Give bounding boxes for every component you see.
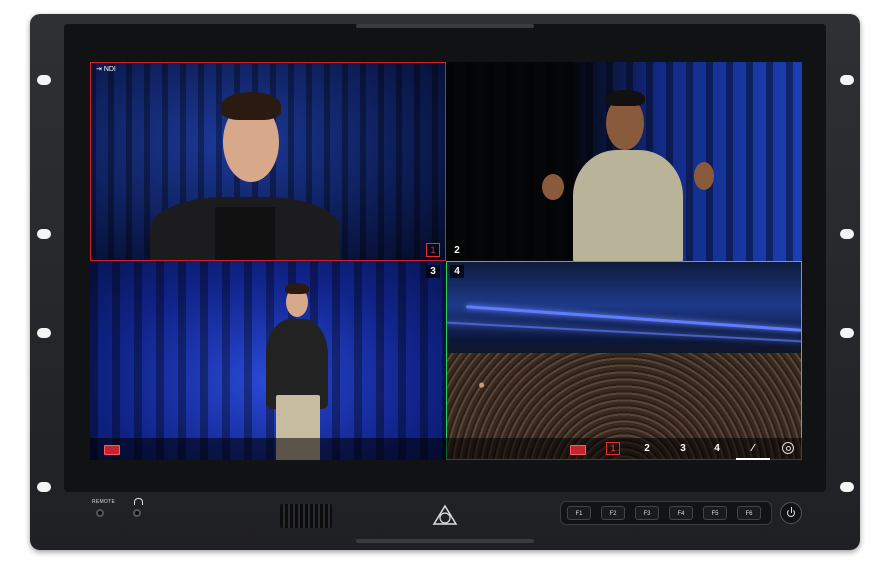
rack-mount-hole xyxy=(37,328,51,338)
quad-view-1[interactable]: ⇥ NDI 1 xyxy=(90,62,446,261)
ndi-label: NDI xyxy=(103,66,116,73)
remote-port xyxy=(96,509,104,517)
overlay-input-1-button[interactable]: 1 xyxy=(596,438,630,460)
bottom-vent xyxy=(356,539,534,543)
overlay-input-4-button[interactable]: 4 xyxy=(700,438,734,460)
speaker-figure xyxy=(573,150,683,261)
quad-number-3: 3 xyxy=(426,265,440,278)
rack-mount-hole xyxy=(840,482,854,492)
f2-button[interactable]: F2 xyxy=(601,506,625,520)
speaker-hand xyxy=(542,174,564,200)
quad-view-4[interactable]: 4 xyxy=(446,261,802,460)
quad-view-2[interactable]: 2 xyxy=(446,62,802,261)
hardware-control-strip: REMOTE F1 F2 F3 F4 F5 F6 xyxy=(64,494,826,538)
overlay-cut-button[interactable]: ⁄ xyxy=(736,438,770,460)
speaker-shirt xyxy=(215,207,275,261)
power-button[interactable] xyxy=(780,502,802,524)
speaker-hand xyxy=(694,162,714,190)
ndi-indicator: ⇥ NDI xyxy=(96,66,116,73)
quad-view-3[interactable]: 3 xyxy=(90,261,446,460)
f4-button[interactable]: F4 xyxy=(669,506,693,520)
stage-light xyxy=(466,305,802,332)
f1-button[interactable]: F1 xyxy=(567,506,591,520)
rack-mount-hole xyxy=(37,229,51,239)
quad-number-2: 2 xyxy=(450,244,464,257)
f6-button[interactable]: F6 xyxy=(737,506,761,520)
rack-mount-hole xyxy=(37,75,51,85)
overlay-input-3-button[interactable]: 3 xyxy=(666,438,700,460)
remote-label: REMOTE xyxy=(92,499,116,505)
program-tally-badge: 1 xyxy=(426,243,440,257)
multiview-screen: ⇥ NDI 1 2 3 4 1 2 3 4 ⁄ xyxy=(90,62,802,460)
speaker-hair xyxy=(221,92,281,120)
record-icon[interactable] xyxy=(104,445,120,455)
rack-mount-hole xyxy=(840,75,854,85)
top-vent xyxy=(356,24,534,28)
rack-mount-hole xyxy=(840,229,854,239)
speaker-hair xyxy=(605,90,645,106)
headphone-icon xyxy=(134,498,143,505)
atomos-logo-icon xyxy=(432,504,458,525)
overlay-input-2-button[interactable]: 2 xyxy=(630,438,664,460)
headphone-jack xyxy=(133,509,141,517)
rack-mount-hole xyxy=(37,482,51,492)
rack-mount-hole xyxy=(840,328,854,338)
speaker-grille xyxy=(280,504,332,528)
overlay-input-1-label: 1 xyxy=(606,442,620,455)
speaker-hair xyxy=(285,283,309,294)
quad-number-4: 4 xyxy=(450,265,464,278)
record-icon[interactable] xyxy=(570,445,586,455)
f3-button[interactable]: F3 xyxy=(635,506,659,520)
f5-button[interactable]: F5 xyxy=(703,506,727,520)
settings-gear-icon[interactable] xyxy=(782,442,794,454)
function-key-bar: F1 F2 F3 F4 F5 F6 xyxy=(560,501,772,525)
